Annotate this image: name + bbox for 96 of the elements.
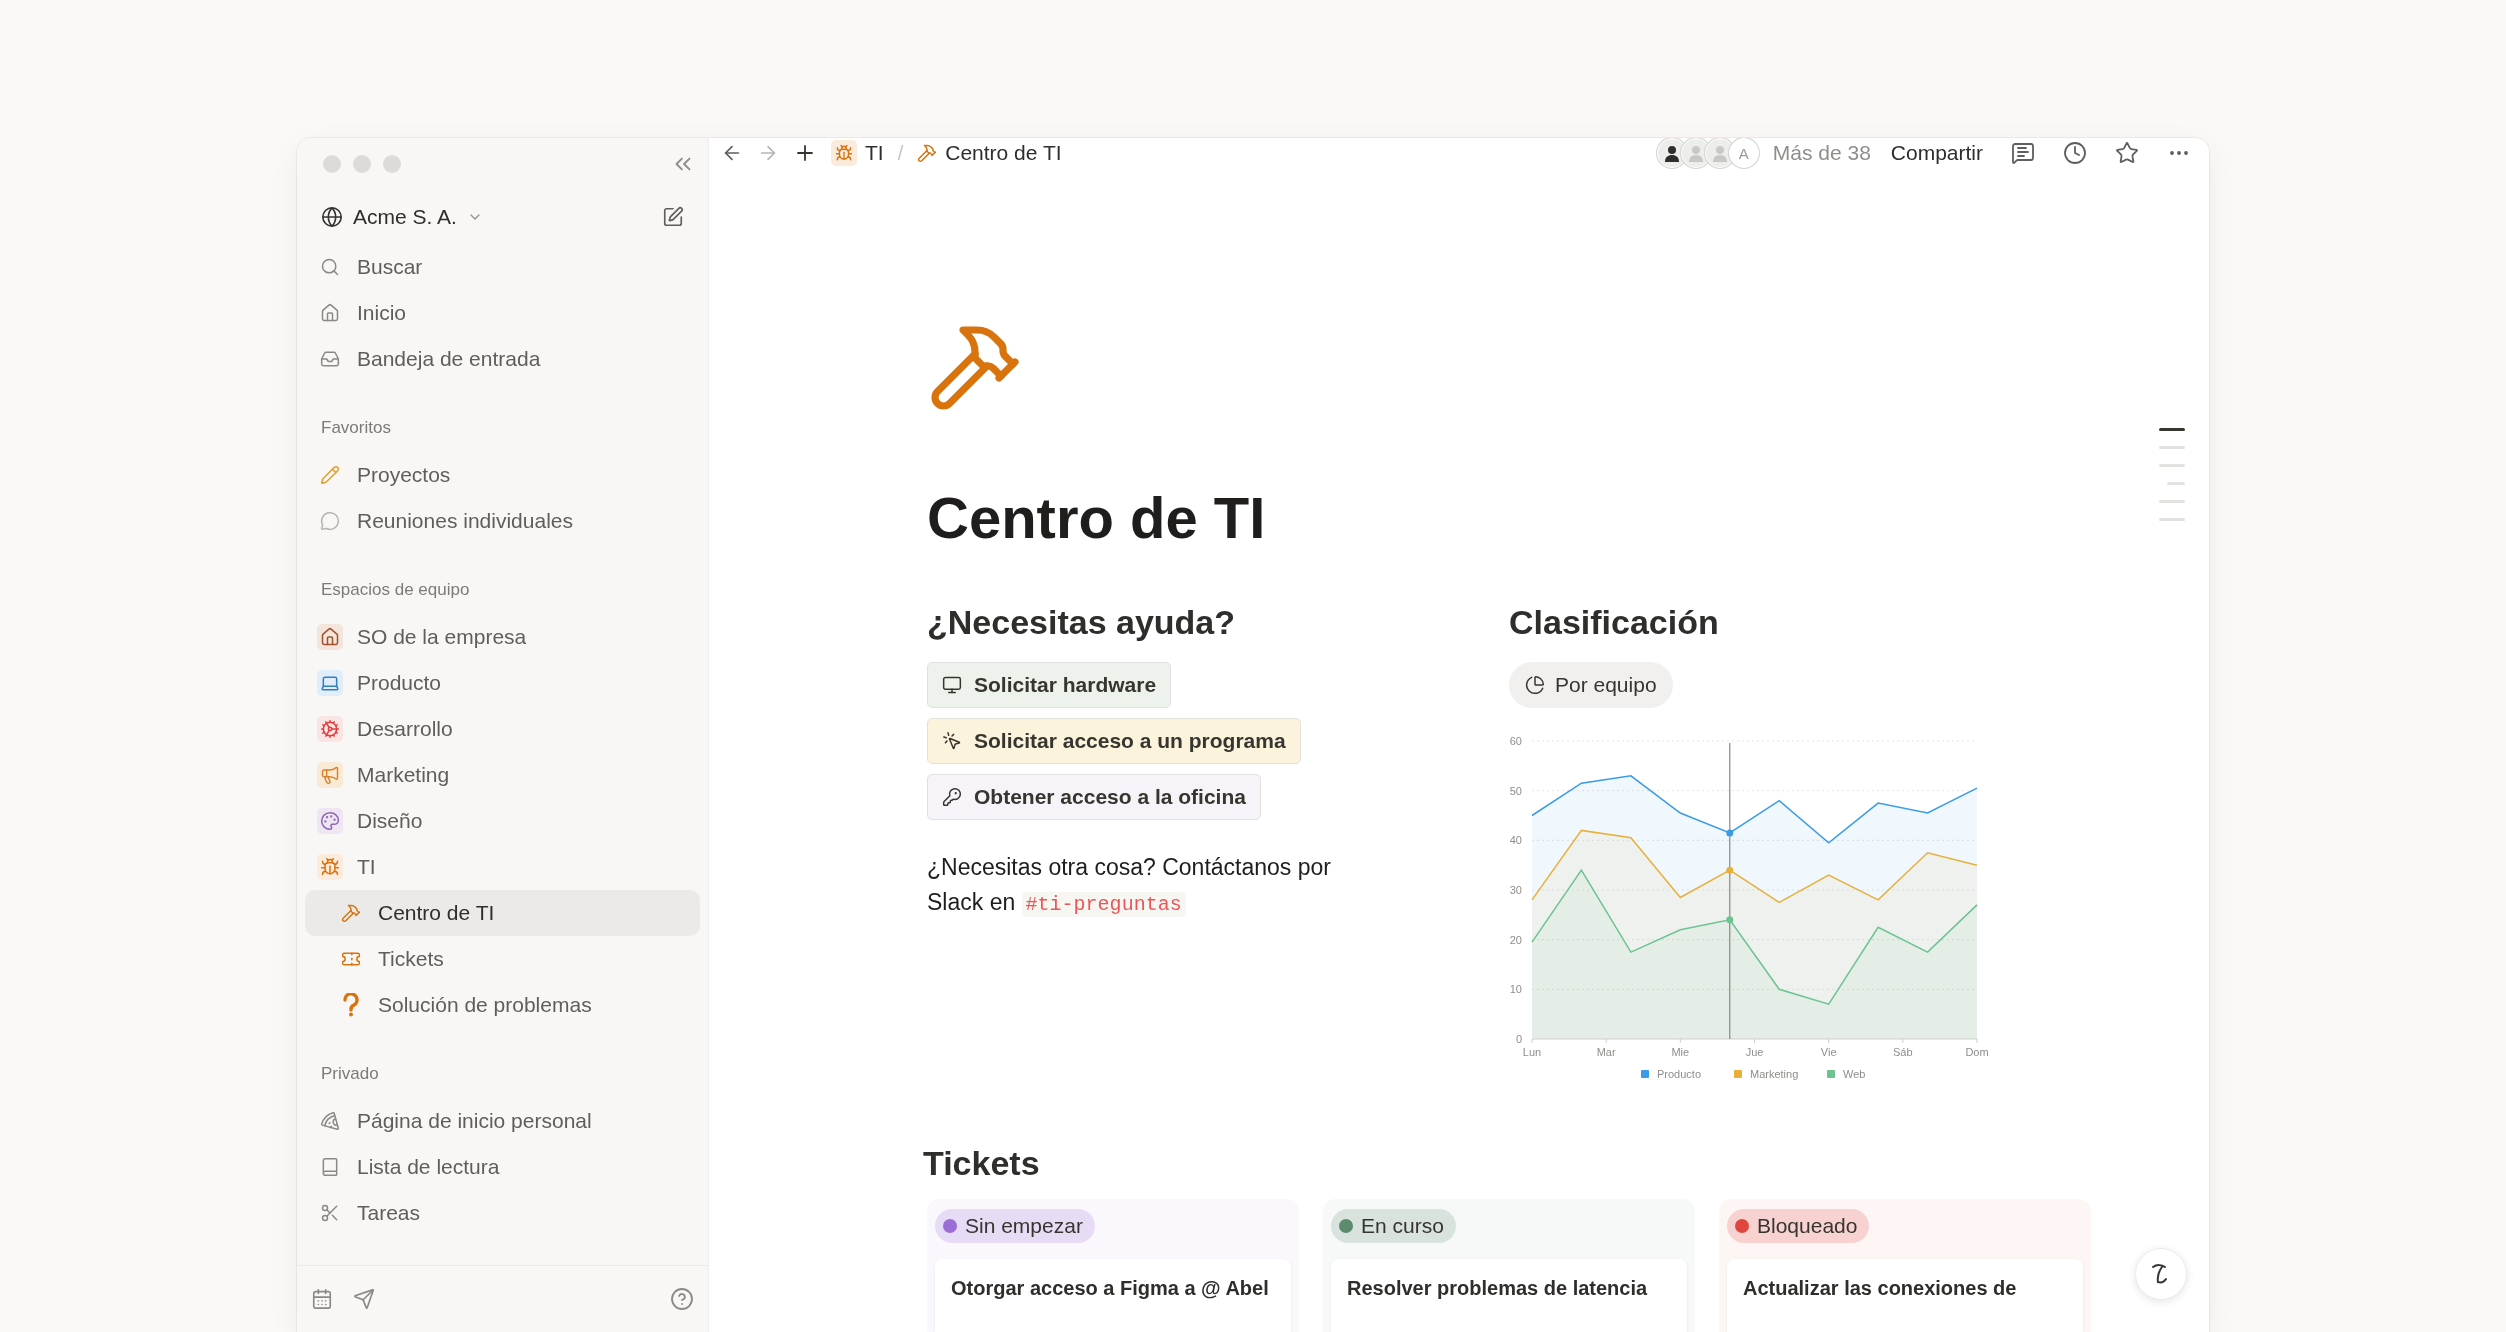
axis-label: 40 xyxy=(1509,834,1522,847)
sidebar-item[interactable]: Desarrollo xyxy=(305,706,700,752)
action-button[interactable]: Obtener acceso a la oficina xyxy=(927,774,1261,820)
legend-swatch xyxy=(1827,1070,1835,1078)
sidebar-item[interactable]: Diseño xyxy=(305,798,700,844)
sidebar-item[interactable]: Tickets xyxy=(305,936,700,982)
sidebar-item[interactable]: SO de la empresa xyxy=(305,614,700,660)
palette-icon xyxy=(320,811,340,831)
page-title: Centro de TI xyxy=(927,484,1267,551)
channel-code[interactable]: #ti-preguntas xyxy=(1021,892,1186,917)
axis-label: 10 xyxy=(1509,983,1522,996)
sidebar-item[interactable]: TI xyxy=(305,844,700,890)
sidebar-item[interactable]: Lista de lectura xyxy=(305,1144,700,1190)
assistant-button[interactable] xyxy=(2135,1248,2187,1300)
viewers-count: Más de 38 xyxy=(1772,141,1871,165)
calendar-icon[interactable] xyxy=(311,1288,333,1310)
pizza-icon xyxy=(320,1111,340,1131)
house-icon xyxy=(320,627,340,647)
globe-icon xyxy=(321,206,343,228)
sidebar-item[interactable]: Proyectos xyxy=(305,452,700,498)
axis-label: Lun xyxy=(1522,1046,1542,1058)
legend-label: Producto xyxy=(1657,1068,1702,1080)
ticket-card[interactable]: Otorgar acceso a Figma a @ Abel xyxy=(935,1259,1291,1332)
avatar: A xyxy=(1728,138,1759,168)
legend-swatch xyxy=(1641,1070,1649,1078)
comments-icon[interactable] xyxy=(2011,141,2035,165)
pie-chart-icon xyxy=(1525,675,1545,695)
cursor-click-icon xyxy=(942,731,962,751)
breadcrumb-item[interactable]: TI xyxy=(831,140,884,166)
scissors-icon xyxy=(320,1203,340,1223)
workspace-name[interactable]: Acme S. A. xyxy=(353,205,457,229)
megaphone-icon xyxy=(320,765,340,785)
sidebar-item[interactable]: Buscar xyxy=(305,244,700,290)
monitor-icon xyxy=(942,675,962,695)
status-tag: En curso xyxy=(1331,1209,1456,1243)
sidebar-item[interactable]: Bandeja de entrada xyxy=(305,336,700,382)
thought-bubble-icon xyxy=(320,511,340,531)
house-icon xyxy=(320,303,340,323)
breadcrumb-item[interactable]: Centro de TI xyxy=(917,141,1062,165)
status-tag: Bloqueado xyxy=(1727,1209,1870,1243)
sidebar-item[interactable]: Centro de TI xyxy=(305,890,700,936)
axis-label: 50 xyxy=(1509,784,1522,797)
sidebar-item[interactable]: Producto xyxy=(305,660,700,706)
pencil-icon xyxy=(320,465,340,485)
share-button[interactable]: Compartir xyxy=(1890,141,1983,165)
bug-icon xyxy=(320,857,340,877)
send-icon[interactable] xyxy=(353,1288,375,1310)
legend-label: Marketing xyxy=(1750,1068,1799,1080)
hammer-icon xyxy=(917,143,938,163)
sidebar-item[interactable]: Marketing xyxy=(305,752,700,798)
sidebar-item[interactable]: Página de inicio personal xyxy=(305,1098,700,1144)
book-icon xyxy=(320,1157,340,1177)
action-button[interactable]: Solicitar acceso a un programa xyxy=(927,718,1301,764)
axis-label: Sáb xyxy=(1893,1046,1913,1058)
ticket-card[interactable]: Resolver problemas de latencia xyxy=(1331,1259,1687,1332)
laptop-icon xyxy=(320,673,340,693)
legend-label: Web xyxy=(1843,1068,1866,1080)
section-heading: Tickets xyxy=(923,1144,1041,1183)
axis-label: 0 xyxy=(1515,1033,1522,1045)
group-by-button[interactable]: Por equipo xyxy=(1509,662,1673,708)
inbox-icon xyxy=(320,349,340,369)
section-heading: Clasificación xyxy=(1509,603,1719,642)
ticket-icon xyxy=(341,949,361,969)
axis-label: Jue xyxy=(1745,1046,1764,1058)
gear-icon xyxy=(320,719,340,739)
bug-icon xyxy=(835,144,853,162)
hammer-icon xyxy=(341,903,361,923)
help-icon[interactable] xyxy=(670,1287,694,1311)
section-title: Espacios de equipo xyxy=(320,579,471,601)
axis-label: 20 xyxy=(1509,933,1522,946)
ticket-card[interactable]: Actualizar las conexiones de xyxy=(1727,1259,2083,1332)
sidebar-item[interactable]: Tareas xyxy=(305,1190,700,1236)
sidebar-item[interactable]: Inicio xyxy=(305,290,700,336)
axis-label: 30 xyxy=(1509,884,1522,896)
star-icon[interactable] xyxy=(2115,141,2139,165)
action-button[interactable]: Solicitar hardware xyxy=(927,662,1172,708)
new-page-icon[interactable] xyxy=(662,206,684,228)
axis-label: Dom xyxy=(1965,1046,1989,1058)
axis-label: Vie xyxy=(1820,1046,1837,1058)
breadcrumb-separator: / xyxy=(897,141,904,165)
key-icon xyxy=(942,787,962,807)
help-text: ¿Necesitas otra cosa? Contáctanos por Slack en #ti-preguntas xyxy=(927,853,1332,919)
search-icon xyxy=(320,257,340,277)
section-title: Favoritos xyxy=(320,417,392,439)
question-mark-icon xyxy=(342,993,360,1017)
section-heading: ¿Necesitas ayuda? xyxy=(927,603,1236,642)
sidebar-item[interactable]: Solución de problemas xyxy=(305,982,700,1028)
axis-label: Mar xyxy=(1596,1046,1616,1058)
sidebar-item[interactable]: Reuniones individuales xyxy=(305,498,700,544)
legend-swatch xyxy=(1734,1070,1742,1078)
axis-label: Mie xyxy=(1671,1046,1690,1058)
clock-icon[interactable] xyxy=(2063,141,2087,165)
section-title: Privado xyxy=(320,1063,380,1085)
axis-label: 60 xyxy=(1509,735,1522,747)
status-tag: Sin empezar xyxy=(935,1209,1095,1243)
outline-mark[interactable] xyxy=(2159,428,2185,431)
